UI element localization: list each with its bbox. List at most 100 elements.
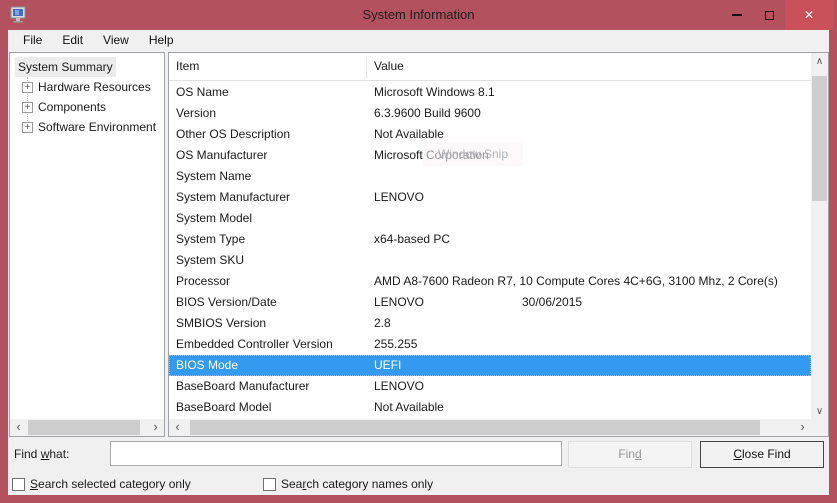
tree-item-software-environment[interactable]: +Software Environment: [10, 117, 164, 137]
scroll-up-icon[interactable]: ∧: [811, 53, 828, 70]
scroll-down-icon[interactable]: ∨: [811, 403, 828, 420]
row-item-cell: BIOS Mode: [176, 355, 238, 376]
row-item-cell: System Type: [176, 229, 245, 250]
row-item-cell: OS Name: [176, 82, 229, 103]
scroll-right-icon[interactable]: ›: [794, 419, 811, 436]
column-header-item[interactable]: Item: [176, 59, 199, 73]
table-row[interactable]: BIOS Version/Date LENOVO 30/06/2015: [169, 292, 811, 313]
window-controls: ✕: [721, 0, 833, 30]
row-item-cell: System SKU: [176, 250, 244, 271]
menu-edit[interactable]: Edit: [52, 30, 93, 52]
expand-plus-icon[interactable]: +: [22, 82, 33, 93]
table-row[interactable]: Other OS Description Not Available: [169, 124, 811, 145]
checkbox-label: Search selected category only: [30, 477, 191, 491]
menu-view[interactable]: View: [93, 30, 139, 52]
find-what-label: Find what:: [14, 447, 69, 461]
tree-item-label: Components: [38, 97, 106, 117]
table-row[interactable]: OS Manufacturer Microsoft Corporation: [169, 145, 811, 166]
row-item-cell: BaseBoard Manufacturer: [176, 376, 309, 397]
table-row[interactable]: BIOS ModeUEFI: [169, 355, 811, 376]
row-item-cell: BIOS Version/Date: [176, 292, 277, 313]
maximize-icon: [765, 11, 774, 20]
table-rows: OS Name Microsoft Windows 8.1 Version 6.3.9…: [169, 82, 811, 418]
list-vertical-scrollbar[interactable]: ∧ ∨: [811, 53, 828, 420]
checkbox-label: Search category names only: [281, 477, 433, 491]
row-value-cell: Microsoft Windows 8.1: [374, 82, 495, 103]
scrollbar-corner: [811, 419, 828, 436]
table-row[interactable]: Processor AMD A8-7600 Radeon R7, 10 Compu…: [169, 271, 811, 292]
checkbox-icon[interactable]: [263, 478, 276, 491]
detail-list-panel: Item Value OS NameMicrosoft Windows 8.1V…: [168, 52, 829, 437]
row-value-cell: Microsoft Corporation: [374, 145, 489, 166]
client-area: FileEditViewHelp System Summary+Hardware…: [8, 30, 829, 495]
table-row[interactable]: System Type x64-based PC: [169, 229, 811, 250]
table-row[interactable]: BaseBoard ModelNot Available: [169, 397, 811, 418]
row-value-cell: Not Available: [374, 124, 444, 145]
row-item-cell: System Name: [176, 166, 251, 187]
tree-horizontal-scrollbar[interactable]: ‹ ›: [10, 419, 164, 436]
window-title: System Information: [0, 0, 837, 30]
column-header-value[interactable]: Value: [374, 59, 404, 73]
expand-plus-icon[interactable]: +: [22, 102, 33, 113]
row-item-cell: OS Manufacturer: [176, 145, 267, 166]
list-horizontal-scrollbar[interactable]: ‹ ›: [169, 419, 811, 436]
title-bar: System Information ✕: [0, 0, 837, 30]
row-item-cell: Other OS Description: [176, 124, 290, 145]
close-button[interactable]: ✕: [785, 0, 833, 30]
search-selected-category-checkbox[interactable]: Search selected category only: [12, 475, 191, 493]
row-value-cell: LENOVO: [374, 376, 424, 397]
find-input[interactable]: [110, 441, 562, 466]
table-row[interactable]: System Manufacturer LENOVO: [169, 187, 811, 208]
row-value-cell: LENOVO: [374, 292, 424, 313]
scroll-right-icon[interactable]: ›: [147, 419, 164, 436]
row-item-cell: Embedded Controller Version: [176, 334, 333, 355]
table-row[interactable]: System Model: [169, 208, 811, 229]
row-value-cell: Not Available: [374, 397, 444, 418]
expand-plus-icon[interactable]: +: [22, 122, 33, 133]
row-item-cell: Processor: [176, 271, 230, 292]
checkbox-icon[interactable]: [12, 478, 25, 491]
row-value-cell: AMD A8-7600 Radeon R7, 10 Compute Cores …: [374, 271, 778, 292]
menu-help[interactable]: Help: [139, 30, 184, 52]
tree-item-components[interactable]: + Components: [10, 97, 164, 117]
row-value-cell: LENOVO: [374, 187, 424, 208]
column-divider[interactable]: [366, 56, 367, 78]
row-value-cell: 6.3.9600 Build 9600: [374, 103, 481, 124]
row-value-cell: 2.8: [374, 313, 391, 334]
maximize-button[interactable]: [753, 0, 785, 30]
row-value-cell: x64-based PC: [374, 229, 450, 250]
menu-file[interactable]: File: [13, 30, 52, 52]
list-vscroll-thumb[interactable]: [812, 76, 827, 201]
row-item-cell: System Model: [176, 208, 252, 229]
search-category-names-checkbox[interactable]: Search category names only: [263, 475, 433, 493]
tree-item-hardware-resources[interactable]: +Hardware Resources: [10, 77, 164, 97]
tree-items: System Summary+Hardware Resources+Compon…: [10, 57, 164, 137]
row-value-cell: 255.255: [374, 334, 417, 355]
category-tree-panel: System Summary+Hardware Resources+Compon…: [9, 52, 165, 437]
table-row[interactable]: BaseBoard Manufacturer LENOVO: [169, 376, 811, 397]
row-item-cell: System Manufacturer: [176, 187, 290, 208]
minimize-button[interactable]: [721, 0, 753, 30]
menu-bar: FileEditViewHelp: [8, 30, 829, 52]
table-row[interactable]: Embedded Controller Version 255.255: [169, 334, 811, 355]
tree-item-label: System Summary: [15, 57, 116, 77]
table-row[interactable]: System Name: [169, 166, 811, 187]
list-hscroll-thumb[interactable]: [190, 420, 760, 435]
row-value2-cell: 30/06/2015: [522, 292, 582, 313]
table-row[interactable]: SMBIOS Version 2.8: [169, 313, 811, 334]
scroll-left-icon[interactable]: ‹: [169, 419, 186, 436]
close-icon: ✕: [804, 8, 814, 22]
minimize-icon: [732, 14, 742, 16]
row-item-cell: SMBIOS Version: [176, 313, 266, 334]
table-row[interactable]: System SKU: [169, 250, 811, 271]
find-button[interactable]: Find: [568, 441, 692, 468]
list-header: Item Value: [169, 53, 811, 81]
tree-hscroll-thumb[interactable]: [28, 420, 140, 435]
scroll-left-icon[interactable]: ‹: [10, 419, 27, 436]
tree-item-system-summary[interactable]: System Summary: [10, 57, 164, 77]
window: { "window": { "title": "System Informati…: [0, 0, 837, 503]
close-find-button[interactable]: Close Find: [700, 441, 824, 468]
table-row[interactable]: Version 6.3.9600 Build 9600: [169, 103, 811, 124]
table-row[interactable]: OS Name Microsoft Windows 8.1: [169, 82, 811, 103]
row-item-cell: Version: [176, 103, 216, 124]
